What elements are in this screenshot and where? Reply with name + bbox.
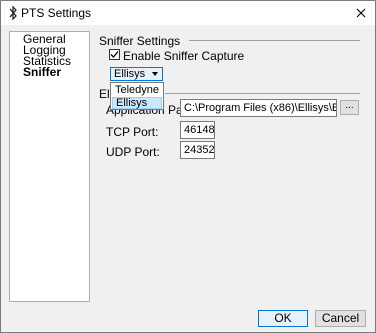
enable-sniffer-label[interactable]: Enable Sniffer Capture bbox=[123, 49, 244, 63]
group-divider bbox=[165, 93, 360, 94]
sniffer-settings-group-title: Sniffer Settings bbox=[99, 34, 181, 48]
vendor-option-ellisys[interactable]: Ellisys bbox=[112, 97, 162, 109]
ok-button[interactable]: OK bbox=[258, 310, 308, 327]
cancel-button[interactable]: Cancel bbox=[315, 310, 366, 327]
close-button[interactable] bbox=[347, 1, 375, 25]
sniffer-vendor-select[interactable]: Ellisys bbox=[110, 67, 163, 81]
close-icon bbox=[356, 8, 366, 18]
title-bar[interactable]: PTS Settings bbox=[1, 1, 375, 25]
pts-settings-dialog: PTS Settings General Logging Statistics … bbox=[0, 0, 376, 333]
dropdown-arrow-icon bbox=[152, 72, 158, 76]
window-title: PTS Settings bbox=[21, 6, 92, 20]
checkmark-icon bbox=[110, 51, 119, 58]
nav-item-sniffer[interactable]: Sniffer bbox=[23, 66, 61, 78]
vendor-selected-value: Ellisys bbox=[114, 68, 146, 80]
udp-port-input[interactable]: 24352 bbox=[180, 141, 215, 159]
vendor-dropdown-list[interactable]: Teledyne Ellisys bbox=[110, 82, 164, 110]
settings-category-list[interactable]: General Logging Statistics Sniffer bbox=[9, 31, 90, 302]
udp-port-label: UDP Port: bbox=[106, 145, 160, 159]
application-path-input[interactable]: C:\Program Files (x86)\Ellisys\Ellisys B… bbox=[180, 99, 337, 117]
tcp-port-label: TCP Port: bbox=[106, 125, 159, 139]
bluetooth-icon bbox=[9, 5, 17, 21]
enable-sniffer-checkbox[interactable] bbox=[109, 49, 120, 60]
browse-button[interactable]: ... bbox=[340, 100, 359, 115]
vendor-option-teledyne[interactable]: Teledyne bbox=[112, 84, 162, 96]
tcp-port-input[interactable]: 46148 bbox=[180, 121, 215, 139]
group-divider bbox=[189, 40, 360, 41]
